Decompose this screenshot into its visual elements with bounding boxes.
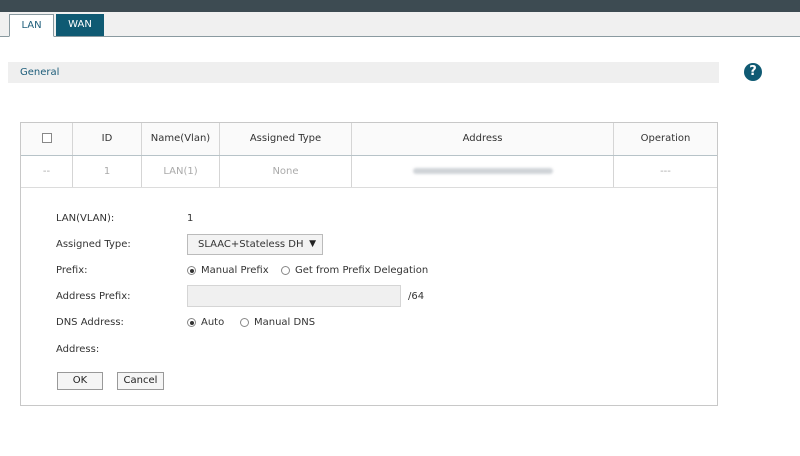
section-header-general: General: [8, 62, 719, 83]
prefix-manual-radio[interactable]: [187, 266, 196, 275]
column-header-id: ID: [73, 123, 142, 155]
redacted-address: [412, 168, 553, 174]
ok-button[interactable]: OK: [57, 372, 103, 390]
top-bar: [0, 0, 800, 12]
row-address: [352, 156, 614, 187]
tab-strip: LAN WAN: [0, 12, 800, 37]
assigned-type-label: Assigned Type:: [56, 239, 131, 250]
row-name: LAN(1): [142, 156, 220, 187]
dns-manual-radio[interactable]: [240, 318, 249, 327]
prefix-delegation-label[interactable]: Get from Prefix Delegation: [295, 265, 428, 276]
assigned-type-select[interactable]: SLAAC+Stateless DHC ▼: [187, 234, 323, 255]
tab-wan[interactable]: WAN: [56, 14, 104, 36]
dns-address-label: DNS Address:: [56, 317, 124, 328]
select-all-checkbox[interactable]: [41, 133, 52, 143]
address-prefix-label: Address Prefix:: [56, 291, 131, 302]
lan-vlan-value: 1: [187, 213, 194, 224]
cancel-button[interactable]: Cancel: [117, 372, 164, 390]
column-header-assigned-type: Assigned Type: [220, 123, 352, 155]
assigned-type-value: SLAAC+Stateless DHC: [198, 239, 304, 250]
tab-lan[interactable]: LAN: [9, 14, 54, 37]
dns-auto-radio[interactable]: [187, 318, 196, 327]
lan-vlan-label: LAN(VLAN):: [56, 213, 115, 224]
row-operation: ---: [660, 166, 671, 177]
column-header-address: Address: [352, 123, 614, 155]
question-icon[interactable]: ?: [744, 63, 762, 81]
section-title: General: [20, 67, 60, 78]
dns-auto-label[interactable]: Auto: [201, 317, 224, 328]
prefix-delegation-radio[interactable]: [281, 266, 290, 275]
prefix-label: Prefix:: [56, 265, 88, 276]
prefix-length-suffix: /64: [408, 291, 425, 302]
table-row[interactable]: -- 1 LAN(1) None ---: [21, 156, 717, 188]
column-header-name: Name(Vlan): [142, 123, 220, 155]
address-prefix-input[interactable]: [187, 285, 401, 307]
column-header-operation: Operation: [640, 133, 691, 144]
prefix-manual-label[interactable]: Manual Prefix: [201, 265, 269, 276]
row-select-cell: --: [21, 156, 73, 187]
address-label: Address:: [56, 344, 100, 355]
table-header: ID Name(Vlan) Assigned Type Address Oper…: [21, 123, 717, 156]
select-all-checkbox-cell: [21, 123, 73, 155]
row-id: 1: [73, 156, 142, 187]
lan-config-panel: ID Name(Vlan) Assigned Type Address Oper…: [20, 122, 718, 406]
row-assigned-type: None: [220, 156, 352, 187]
dns-manual-label[interactable]: Manual DNS: [254, 317, 315, 328]
chevron-down-icon: ▼: [309, 239, 316, 249]
